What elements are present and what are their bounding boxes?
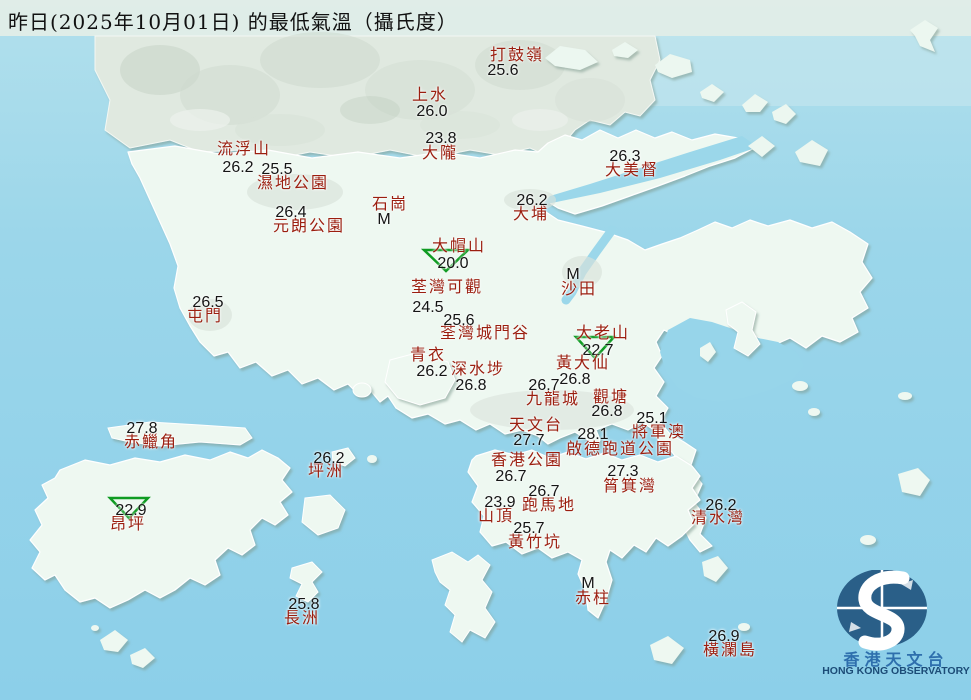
station-value: 26.2 — [705, 497, 737, 514]
station-value: 26.8 — [455, 377, 487, 394]
station-value: 22.9 — [115, 502, 147, 519]
station-label: 大老山 — [575, 323, 631, 342]
station-value: 27.8 — [126, 420, 158, 437]
station-value: 20.0 — [437, 255, 469, 272]
station-label: 赤柱 — [574, 588, 612, 607]
station-value: 25.6 — [487, 62, 519, 79]
station-value: 23.8 — [425, 130, 457, 147]
station-value: 26.3 — [609, 148, 641, 165]
station-value: 23.9 — [484, 494, 516, 511]
station-value: 26.8 — [559, 371, 591, 388]
station-label: 天文台 — [508, 415, 564, 434]
hko-logo: 香港天文台 HONG KONG OBSERVATORY — [821, 569, 971, 700]
station-value: 25.6 — [443, 312, 475, 329]
station-value: 25.5 — [261, 161, 293, 178]
station-value: 26.4 — [275, 204, 307, 221]
station-value: 26.7 — [528, 377, 560, 394]
station-value: 25.7 — [513, 520, 545, 537]
station-label: 筲箕灣 — [602, 476, 658, 495]
station-value: 26.0 — [416, 103, 448, 120]
station-value: 26.5 — [192, 294, 224, 311]
station-value: 25.8 — [288, 596, 320, 613]
station-label: 打鼓嶺 — [489, 45, 545, 64]
station-value: 26.8 — [591, 403, 623, 420]
station-value: M — [581, 575, 595, 592]
station-label: 香港公園 — [490, 450, 564, 469]
station-label: 沙田 — [560, 279, 598, 298]
station-value: 26.2 — [416, 363, 448, 380]
station-value: 24.5 — [412, 299, 444, 316]
station-value: 27.7 — [513, 432, 545, 449]
station-value: M — [377, 211, 391, 228]
page-title: 昨日(2025年10月01日) 的最低氣溫（攝氏度） — [8, 10, 458, 34]
hko-logo-icon — [837, 569, 927, 651]
station-value: 26.2 — [313, 450, 345, 467]
station-value: M — [566, 266, 580, 283]
station-value: 26.9 — [708, 628, 740, 645]
station-label: 大帽山 — [431, 236, 487, 255]
station-label: 荃灣可觀 — [410, 277, 484, 296]
station-value: 26.2 — [222, 159, 254, 176]
station-value: 26.7 — [495, 468, 527, 485]
station-label: 黃大仙 — [555, 353, 611, 372]
hko-logo-text-en: HONG KONG OBSERVATORY — [822, 665, 970, 677]
station-label: 青衣 — [409, 345, 447, 364]
station-label: 大隴 — [421, 143, 459, 162]
station-value: 26.7 — [528, 483, 560, 500]
station-label: 啟德跑道公園 — [565, 439, 675, 458]
station-label: 石崗 — [371, 194, 409, 213]
station-value: 28.1 — [577, 426, 609, 443]
station-value: 26.2 — [516, 192, 548, 209]
station-label: 流浮山 — [216, 139, 272, 158]
station-label: 上水 — [411, 85, 449, 104]
station-label: 深水埗 — [450, 359, 506, 378]
station-value: 25.1 — [636, 410, 668, 427]
station-value: 27.3 — [607, 463, 639, 480]
min-temperature-map: 打鼓嶺 25.6 上水 26.0 大隴 23.8 大美督 26.3 流浮山 26.2 濕地公園 25.… — [0, 0, 971, 700]
